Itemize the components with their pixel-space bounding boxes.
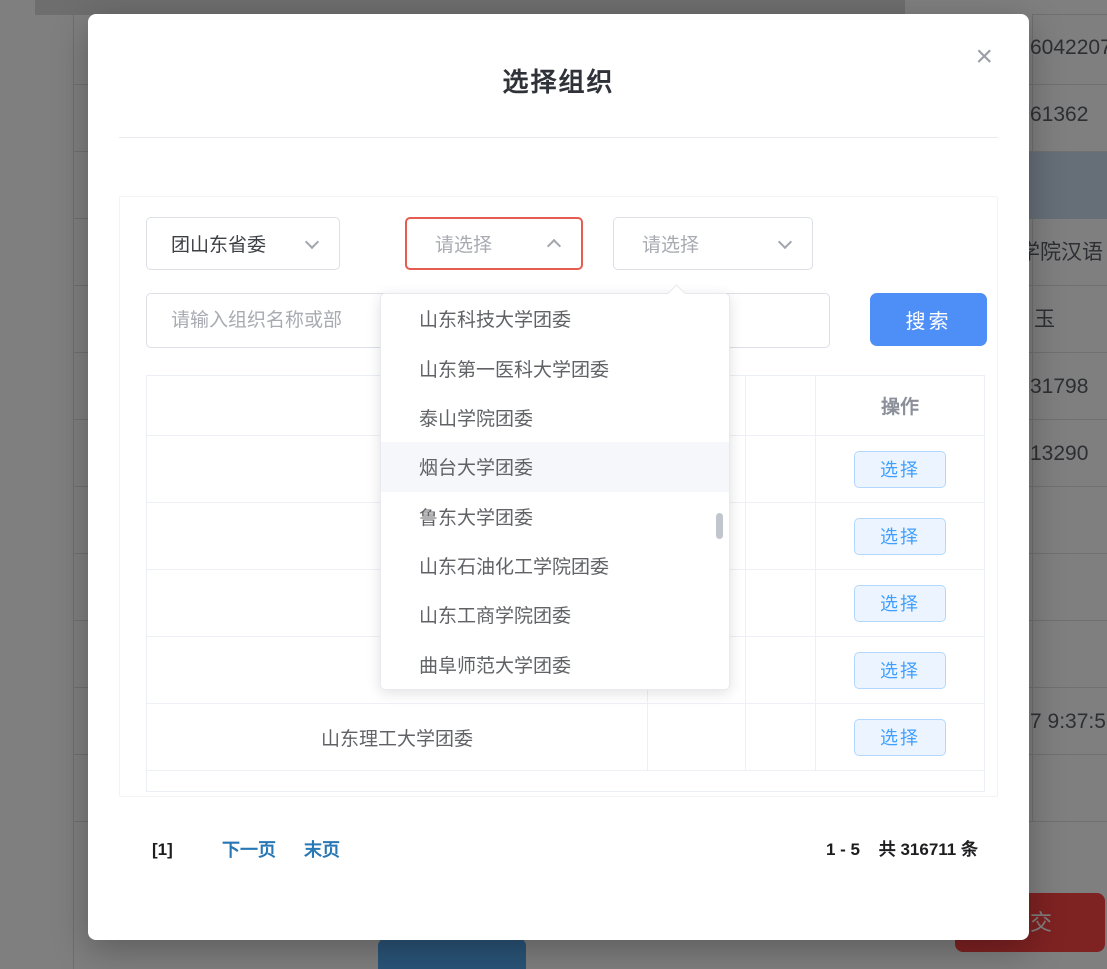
dropdown-option[interactable]: 曲阜师范大学团委: [381, 640, 729, 689]
dropdown-scrollbar-thumb[interactable]: [716, 513, 723, 539]
title-divider: [119, 137, 998, 138]
province-select[interactable]: 团山东省委: [146, 217, 340, 270]
pagination-summary: 1 - 5 共 316711 条: [826, 835, 978, 865]
page-range: 1 - 5: [826, 840, 860, 859]
pick-button[interactable]: 选择: [854, 719, 946, 756]
dropdown-option[interactable]: 鲁东大学团委: [381, 492, 729, 541]
dialog-title: 选择组织: [88, 62, 1029, 99]
total-count: 共 316711 条: [879, 840, 978, 859]
table-row: 山东理工大学团委 选择: [147, 704, 984, 771]
sub-organization-placeholder: 请选择: [642, 230, 699, 257]
organization-name: 山东理工大学团委: [147, 724, 647, 751]
organization-select-placeholder: 请选择: [435, 230, 492, 257]
pick-button[interactable]: 选择: [854, 652, 946, 689]
last-page-link[interactable]: 末页: [304, 835, 340, 865]
header-action: 操作: [816, 376, 984, 435]
dropdown-option[interactable]: 山东第一医科大学团委: [381, 343, 729, 392]
dropdown-option[interactable]: 山东工商学院团委: [381, 590, 729, 639]
sub-organization-select[interactable]: 请选择: [613, 217, 813, 270]
pick-button[interactable]: 选择: [854, 518, 946, 555]
dropdown-option-highlighted[interactable]: 烟台大学团委: [381, 442, 729, 491]
pagination: [1] 下一页 末页 1 - 5 共 316711 条: [88, 835, 1029, 865]
next-page-link[interactable]: 下一页: [222, 835, 276, 865]
select-organization-dialog: × 选择组织 团山东省委 请选择 请选择 搜索 操作 山东 选择 山: [88, 14, 1029, 940]
chevron-down-icon: [778, 234, 792, 248]
organization-dropdown-panel: 山东科技大学团委 山东第一医科大学团委 泰山学院团委 烟台大学团委 鲁东大学团委…: [380, 293, 730, 690]
chevron-up-icon: [547, 238, 561, 252]
dropdown-option[interactable]: 山东石油化工学院团委: [381, 541, 729, 590]
organization-select-open[interactable]: 请选择: [405, 217, 583, 270]
pick-button[interactable]: 选择: [854, 451, 946, 488]
dropdown-option[interactable]: 泰山学院团委: [381, 393, 729, 442]
chevron-down-icon: [305, 234, 319, 248]
province-select-value: 团山东省委: [171, 230, 266, 257]
current-page[interactable]: [1]: [152, 835, 173, 865]
dropdown-list: 山东科技大学团委 山东第一医科大学团委 泰山学院团委 烟台大学团委 鲁东大学团委…: [381, 294, 729, 689]
table-empty-strip: [147, 771, 984, 791]
pick-button[interactable]: 选择: [854, 585, 946, 622]
search-button[interactable]: 搜索: [870, 293, 987, 346]
